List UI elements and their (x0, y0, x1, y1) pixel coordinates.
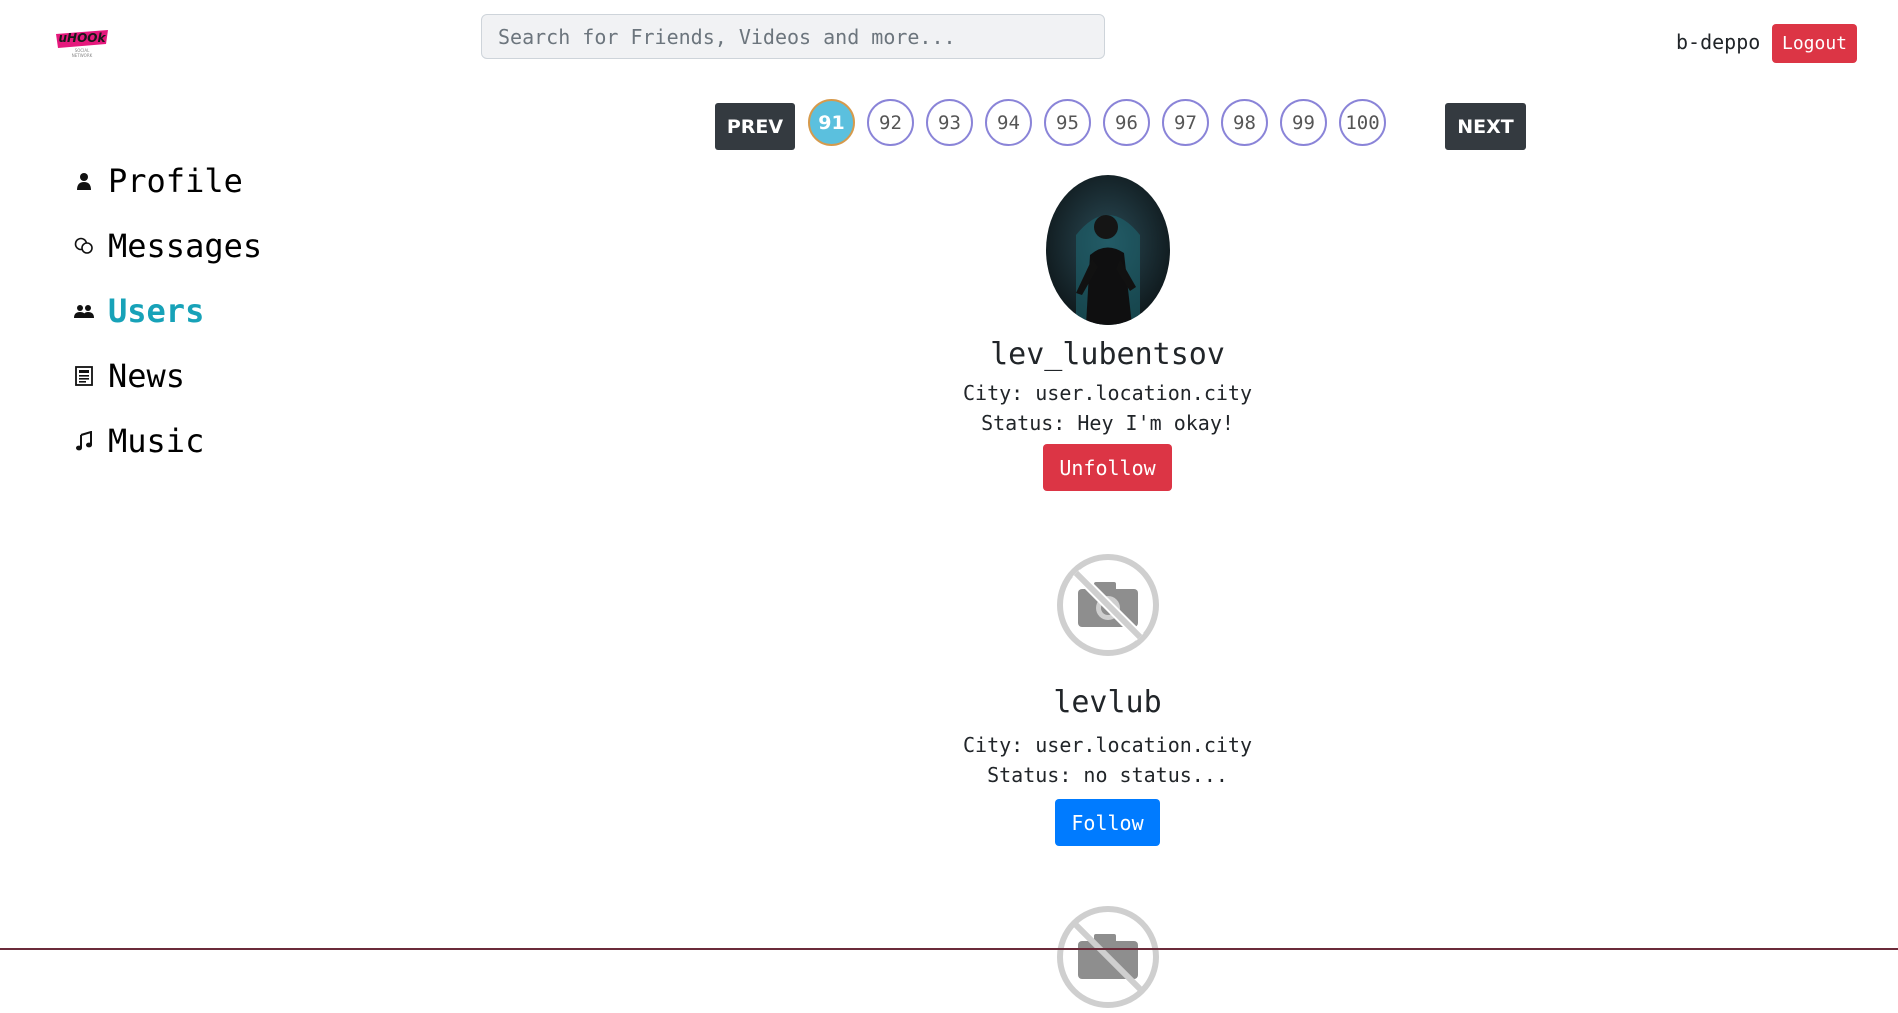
page-button-97[interactable]: 97 (1162, 99, 1209, 146)
page-button-98[interactable]: 98 (1221, 99, 1268, 146)
svg-text:uHOOk: uHOOk (59, 31, 107, 45)
people-icon (74, 301, 94, 321)
unfollow-button[interactable]: Unfollow (1043, 444, 1172, 491)
sidebar-item-label: News (108, 356, 186, 395)
page-button-91[interactable]: 91 (808, 99, 855, 146)
page-button-94[interactable]: 94 (985, 99, 1032, 146)
page-button-96[interactable]: 96 (1103, 99, 1150, 146)
user-card: levlub City: user.location.city Status: … (900, 553, 1315, 846)
chat-bubbles-icon (74, 236, 94, 256)
music-note-icon (74, 430, 94, 451)
user-status: Status: Hey I'm okay! (981, 411, 1234, 435)
brand-logo[interactable]: uHOOk SOCIAL NETWORK (52, 22, 112, 58)
sidebar-item-users[interactable]: Users (74, 278, 262, 343)
sidebar-item-label: Music (108, 421, 205, 460)
user-city: City: user.location.city (963, 733, 1252, 757)
user-name[interactable]: lev_lubentsov (900, 337, 1315, 372)
sidebar-item-music[interactable]: Music (74, 408, 262, 473)
pagination: 91 92 93 94 95 96 97 98 99 100 (808, 99, 1386, 146)
page-button-92[interactable]: 92 (867, 99, 914, 146)
newspaper-icon (74, 365, 94, 386)
sidebar-item-news[interactable]: News (74, 343, 262, 408)
page-button-100[interactable]: 100 (1339, 99, 1386, 146)
sidebar-item-label: Messages (108, 226, 263, 265)
next-page-button[interactable]: NEXT (1445, 103, 1526, 150)
page-button-95[interactable]: 95 (1044, 99, 1091, 146)
user-city: City: user.location.city (963, 381, 1252, 405)
page-button-99[interactable]: 99 (1280, 99, 1327, 146)
sidebar-nav: Profile Messages Users News Music (74, 148, 262, 473)
sidebar-item-label: Profile (108, 161, 243, 200)
svg-text:NETWORK: NETWORK (72, 53, 93, 58)
user-card: lev_lubentsov City: user.location.city S… (900, 175, 1315, 491)
sidebar-item-profile[interactable]: Profile (74, 148, 262, 213)
prev-page-button[interactable]: PREV (715, 103, 795, 150)
logout-button[interactable]: Logout (1772, 24, 1857, 63)
avatar[interactable] (1045, 175, 1170, 325)
user-card (900, 905, 1315, 1009)
sidebar-item-messages[interactable]: Messages (74, 213, 262, 278)
user-name[interactable]: levlub (900, 685, 1315, 720)
sidebar-item-label: Users (108, 291, 205, 330)
search-input[interactable] (481, 14, 1105, 59)
follow-button[interactable]: Follow (1055, 799, 1160, 846)
current-username: b-deppo (1676, 30, 1761, 54)
page-button-93[interactable]: 93 (926, 99, 973, 146)
no-photo-icon[interactable] (1056, 905, 1160, 1009)
user-status: Status: no status... (987, 763, 1228, 787)
person-icon (74, 171, 94, 191)
no-photo-icon[interactable] (1056, 553, 1160, 657)
